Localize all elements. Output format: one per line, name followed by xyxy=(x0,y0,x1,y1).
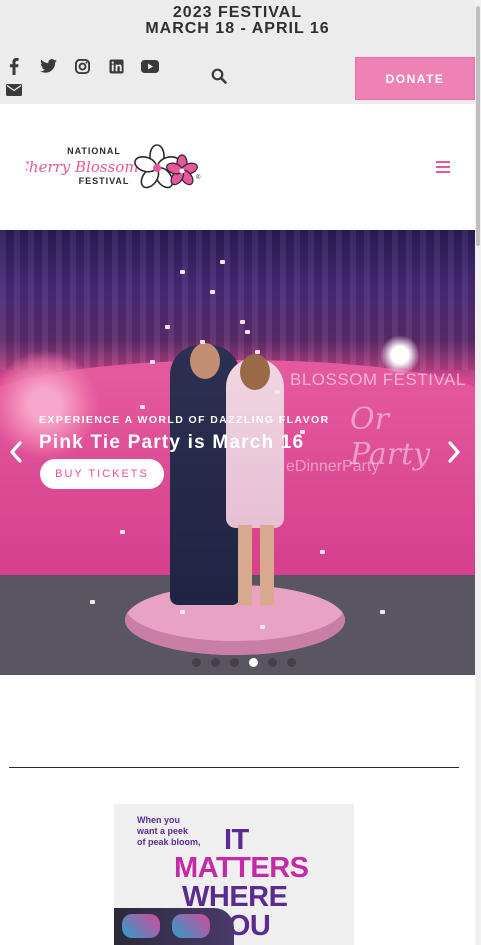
chevron-right-icon[interactable] xyxy=(446,440,462,464)
buy-tickets-button[interactable]: BUY TICKETS xyxy=(40,459,164,489)
hero-light xyxy=(380,335,420,375)
top-bar: 2023 FESTIVAL MARCH 18 - APRIL 16 DONATE xyxy=(0,0,475,104)
festival-dates: MARCH 18 - APRIL 16 xyxy=(145,20,330,37)
wall-text-festival: BLOSSOM FESTIVAL xyxy=(290,370,466,389)
slider-pagination xyxy=(0,658,475,668)
hero-title: Pink Tie Party is March 16 xyxy=(39,432,305,453)
hero-person-woman-legs xyxy=(238,525,274,605)
festival-logo[interactable]: NATIONAL Cherry Blossom FESTIVAL ® xyxy=(17,142,204,194)
envelope-icon[interactable] xyxy=(4,80,24,100)
linkedin-icon[interactable] xyxy=(106,56,126,76)
hotel-advertisement[interactable]: When you want a peek of peak bloom, IT M… xyxy=(114,804,354,945)
logo-line-festival: FESTIVAL xyxy=(79,176,130,186)
social-links xyxy=(4,56,174,100)
search-icon[interactable] xyxy=(211,68,231,88)
slider-dot[interactable] xyxy=(211,658,220,667)
site-header: NATIONAL Cherry Blossom FESTIVAL ® xyxy=(0,104,475,230)
wall-text-dinner-party: eDinnerParty xyxy=(286,458,380,475)
ad-small-line-3: of peak bloom, xyxy=(137,837,201,847)
slider-dot[interactable] xyxy=(287,658,296,667)
slider-dot[interactable] xyxy=(192,658,201,667)
logo-line-cherry-blossom: Cherry Blossom xyxy=(26,158,139,176)
youtube-icon[interactable] xyxy=(140,56,160,76)
ad-small-line-2: want a peek xyxy=(137,826,189,836)
ad-headline-line-1: IT xyxy=(224,824,249,856)
hamburger-menu-icon[interactable] xyxy=(436,160,454,174)
facebook-icon[interactable] xyxy=(4,56,24,76)
twitter-icon[interactable] xyxy=(38,56,58,76)
ad-small-text: When you want a peek of peak bloom, xyxy=(137,815,207,848)
scrollbar-thumb[interactable] xyxy=(476,6,480,246)
page: 2023 FESTIVAL MARCH 18 - APRIL 16 DONATE… xyxy=(0,0,481,945)
slider-dot[interactable] xyxy=(268,658,277,667)
logo-line-national: NATIONAL xyxy=(67,146,121,156)
slider-dot[interactable] xyxy=(249,658,258,667)
donate-button[interactable]: DONATE xyxy=(355,57,475,100)
ad-sunglasses-graphic xyxy=(114,908,234,945)
ad-small-line-1: When you xyxy=(137,815,180,825)
ad-headline-line-2: MATTERS xyxy=(174,852,309,884)
chevron-left-icon[interactable] xyxy=(8,440,24,464)
hero-slider: BLOSSOM FESTIVAL Or Party eDinnerParty E… xyxy=(0,230,475,675)
slider-dot[interactable] xyxy=(230,658,239,667)
hero-eyebrow: EXPERIENCE A WORLD OF DAZZLING FLAVOR xyxy=(39,414,330,426)
section-divider xyxy=(9,767,459,768)
logo-registered-mark: ® xyxy=(196,174,201,181)
instagram-icon[interactable] xyxy=(72,56,92,76)
